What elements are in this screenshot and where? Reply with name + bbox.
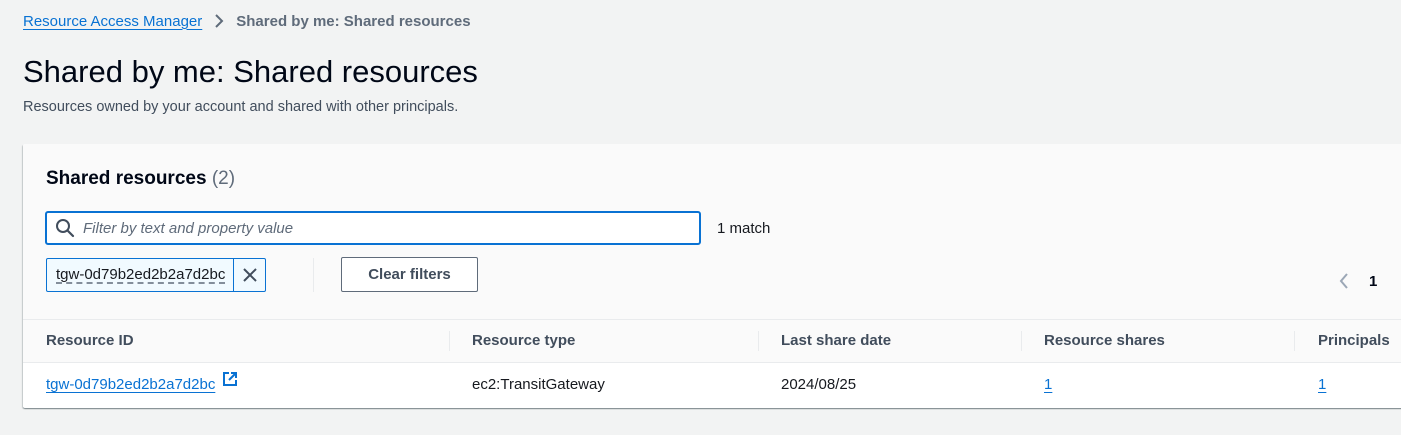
panel-count: (2) <box>211 168 236 189</box>
column-divider[interactable] <box>1294 331 1295 351</box>
cell-last-share-date: 2024/08/25 <box>781 376 857 393</box>
column-header-last-share-date[interactable]: Last share date <box>781 320 891 362</box>
filter-token: tgw-0d79b2ed2b2a7d2bc <box>46 258 267 292</box>
clear-filters-button[interactable]: Clear filters <box>341 257 478 292</box>
filter-token-label[interactable]: tgw-0d79b2ed2b2a7d2bc <box>47 259 235 291</box>
match-count: 1 match <box>717 220 771 237</box>
panel-title-text: Shared resources <box>46 168 207 189</box>
resource-id-link[interactable]: tgw-0d79b2ed2b2a7d2bc <box>46 376 215 393</box>
column-header-resource-type[interactable]: Resource type <box>472 320 575 362</box>
search-icon <box>55 218 75 238</box>
column-header-principals[interactable]: Principals <box>1318 320 1390 362</box>
cell-resource-type: ec2:TransitGateway <box>472 376 605 393</box>
panel-header: Shared resources (2) 1 match tgw-0d79b2e… <box>23 144 1401 320</box>
principals-link[interactable]: 1 <box>1318 376 1326 393</box>
chevron-right-icon <box>214 14 224 28</box>
breadcrumb: Resource Access Manager Shared by me: Sh… <box>23 10 471 32</box>
panel-title: Shared resources (2) <box>46 168 235 190</box>
cell-principals: 1 <box>1318 363 1326 407</box>
filter-input[interactable] <box>83 219 643 237</box>
external-link-icon[interactable] <box>222 361 238 405</box>
page-description: Resources owned by your account and shar… <box>23 99 459 115</box>
resource-shares-link[interactable]: 1 <box>1044 376 1052 393</box>
column-header-resource-shares[interactable]: Resource shares <box>1044 320 1165 362</box>
table-row: tgw-0d79b2ed2b2a7d2bc ec2:TransitGateway… <box>23 363 1401 407</box>
cell-resource-shares: 1 <box>1044 363 1052 407</box>
filter-divider <box>313 258 314 292</box>
pagination: 1 <box>1339 272 1377 290</box>
shared-resources-panel: Shared resources (2) 1 match tgw-0d79b2e… <box>23 144 1401 408</box>
cell-resource-id: tgw-0d79b2ed2b2a7d2bc <box>46 363 238 407</box>
filter-search-box[interactable] <box>45 211 701 245</box>
page-title: Shared by me: Shared resources <box>23 54 478 89</box>
column-divider[interactable] <box>449 331 450 351</box>
chevron-left-icon[interactable] <box>1339 272 1349 290</box>
column-header-resource-id[interactable]: Resource ID <box>46 320 134 362</box>
table-header: Resource ID Resource type Last share dat… <box>23 320 1401 363</box>
breadcrumb-link-resource-access-manager[interactable]: Resource Access Manager <box>23 13 202 30</box>
close-icon[interactable] <box>234 259 265 291</box>
column-divider[interactable] <box>758 331 759 351</box>
column-divider[interactable] <box>1021 331 1022 351</box>
pagination-current-page[interactable]: 1 <box>1369 273 1377 290</box>
breadcrumb-current: Shared by me: Shared resources <box>236 12 471 30</box>
